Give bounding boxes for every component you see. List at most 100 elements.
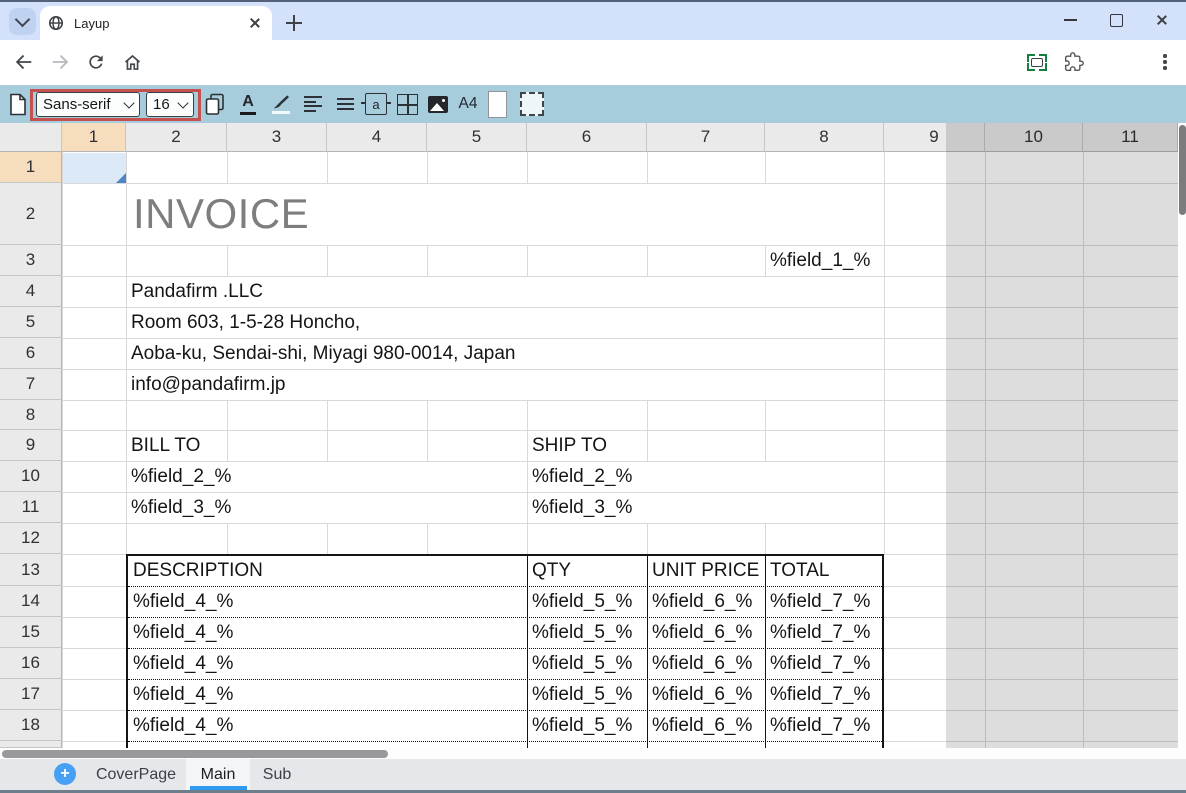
row-header[interactable] [0,741,62,748]
table-cell[interactable]: %field_6_% [652,617,752,648]
table-cell[interactable]: %field_5_% [532,679,632,710]
insert-image-button[interactable] [423,88,453,120]
company-email-cell[interactable]: info@pandafirm.jp [131,369,285,400]
ship-to-field-cell[interactable]: %field_2_% [532,461,632,492]
column-header[interactable]: 5 [427,123,527,152]
table-cell[interactable]: %field_6_% [652,586,752,617]
vertical-align-button[interactable] [330,88,360,120]
row-header[interactable]: 12 [0,523,62,554]
horizontal-scrollbar[interactable] [0,748,1178,759]
row-header[interactable]: 17 [0,679,62,710]
column-header[interactable]: 3 [227,123,327,152]
table-cell[interactable]: %field_4_% [133,679,233,710]
ship-to-field-cell[interactable]: %field_3_% [532,492,632,523]
copy-button[interactable] [200,88,230,120]
table-cell[interactable]: %field_5_% [532,617,632,648]
grid-corner[interactable] [0,123,62,152]
extensions-button[interactable] [1058,46,1090,78]
horizontal-align-button[interactable] [298,88,328,120]
company-name-cell[interactable]: Pandafirm .LLC [131,276,263,307]
row-header[interactable]: 4 [0,276,62,307]
row-header[interactable]: 18 [0,710,62,741]
sheet-tab-coverpage[interactable]: CoverPage [92,759,180,790]
column-header[interactable]: 10 [985,123,1083,152]
vertical-scrollbar[interactable] [1178,123,1186,759]
table-cell[interactable]: %field_5_% [532,710,632,741]
table-cell[interactable]: %field_7_% [770,679,870,710]
row-header[interactable]: 13 [0,554,62,586]
font-size-select[interactable]: 16 [146,92,194,117]
row-header[interactable]: 5 [0,307,62,338]
font-family-select[interactable]: Sans-serif [36,92,140,117]
table-cell[interactable]: %field_6_% [652,679,752,710]
close-window-button[interactable] [1142,6,1182,34]
table-cell[interactable]: %field_5_% [532,648,632,679]
reload-button[interactable] [80,46,112,78]
maximize-button[interactable] [1096,6,1136,34]
row-header[interactable]: 7 [0,369,62,400]
back-button[interactable] [8,46,40,78]
tab-close-button[interactable] [246,14,264,32]
fill-color-button[interactable] [266,88,296,120]
row-header[interactable]: 6 [0,338,62,369]
row-header[interactable]: 16 [0,648,62,679]
column-header[interactable]: 4 [327,123,427,152]
tab-search-button[interactable] [9,8,36,35]
font-color-button[interactable]: A [233,88,263,120]
row-header[interactable]: 14 [0,586,62,617]
table-header-cell[interactable]: TOTAL [770,556,829,586]
vertical-scrollbar-thumb[interactable] [1178,125,1186,215]
table-header-cell[interactable]: DESCRIPTION [133,556,263,586]
screenshot-button[interactable] [1021,46,1053,78]
row-header[interactable]: 8 [0,400,62,430]
company-address-cell[interactable]: Aoba-ku, Sendai-shi, Miyagi 980-0014, Ja… [131,338,515,369]
column-header[interactable]: 11 [1083,123,1178,152]
column-header[interactable]: 8 [765,123,884,152]
table-cell[interactable]: %field_7_% [770,586,870,617]
column-header[interactable]: 6 [527,123,647,152]
column-header[interactable]: 1 [62,123,126,152]
table-cell[interactable]: %field_5_% [532,586,632,617]
column-header[interactable]: 7 [647,123,765,152]
bill-to-label-cell[interactable]: BILL TO [131,430,200,461]
bill-to-field-cell[interactable]: %field_2_% [131,461,231,492]
invoice-table[interactable]: DESCRIPTION QTY UNIT PRICE TOTAL %field_4_%%… [126,554,884,748]
home-button[interactable] [116,46,148,78]
color-swatch-button[interactable] [482,88,512,120]
row-header[interactable]: 1 [0,152,62,183]
browser-menu-button[interactable] [1150,46,1180,78]
add-sheet-button[interactable]: + [54,763,76,785]
row-header[interactable]: 10 [0,461,62,492]
column-header[interactable]: 2 [126,123,227,152]
row-header[interactable]: 11 [0,492,62,523]
page-size-button[interactable]: A4 [453,88,483,120]
text-box-button[interactable]: a [361,88,391,120]
column-header[interactable]: 9 [884,123,985,152]
spreadsheet-grid[interactable]: 1 2 3 4 5 6 7 8 9 10 11 1 2 3 4 5 6 7 8 9 10 11 12 13 14 15 16 17 18… [0,123,1178,748]
horizontal-scrollbar-thumb[interactable] [2,749,388,758]
table-cell[interactable]: %field_4_% [133,586,233,617]
company-address-cell[interactable]: Room 603, 1-5-28 Honcho, [131,307,360,338]
new-tab-button[interactable] [280,9,308,37]
table-cell[interactable]: %field_7_% [770,710,870,741]
minimize-button[interactable] [1050,6,1090,34]
table-cell[interactable]: %field_4_% [133,648,233,679]
forward-button[interactable] [44,46,76,78]
row-header[interactable]: 2 [0,183,62,245]
new-file-button[interactable] [3,88,33,120]
sheet-tab-sub[interactable]: Sub [252,759,302,790]
table-cell[interactable]: %field_6_% [652,648,752,679]
table-header-cell[interactable]: UNIT PRICE [652,556,759,586]
borders-button[interactable] [392,88,422,120]
table-cell[interactable]: %field_6_% [652,710,752,741]
bill-to-field-cell[interactable]: %field_3_% [131,492,231,523]
row-header[interactable]: 9 [0,430,62,461]
table-cell[interactable]: %field_4_% [133,710,233,741]
fill-handle[interactable] [116,173,126,183]
row-header[interactable]: 3 [0,245,62,276]
table-header-cell[interactable]: QTY [532,556,571,586]
table-cell[interactable]: %field_4_% [133,617,233,648]
row-header[interactable]: 15 [0,617,62,648]
selection-border-button[interactable] [517,88,547,120]
ship-to-label-cell[interactable]: SHIP TO [532,430,607,461]
